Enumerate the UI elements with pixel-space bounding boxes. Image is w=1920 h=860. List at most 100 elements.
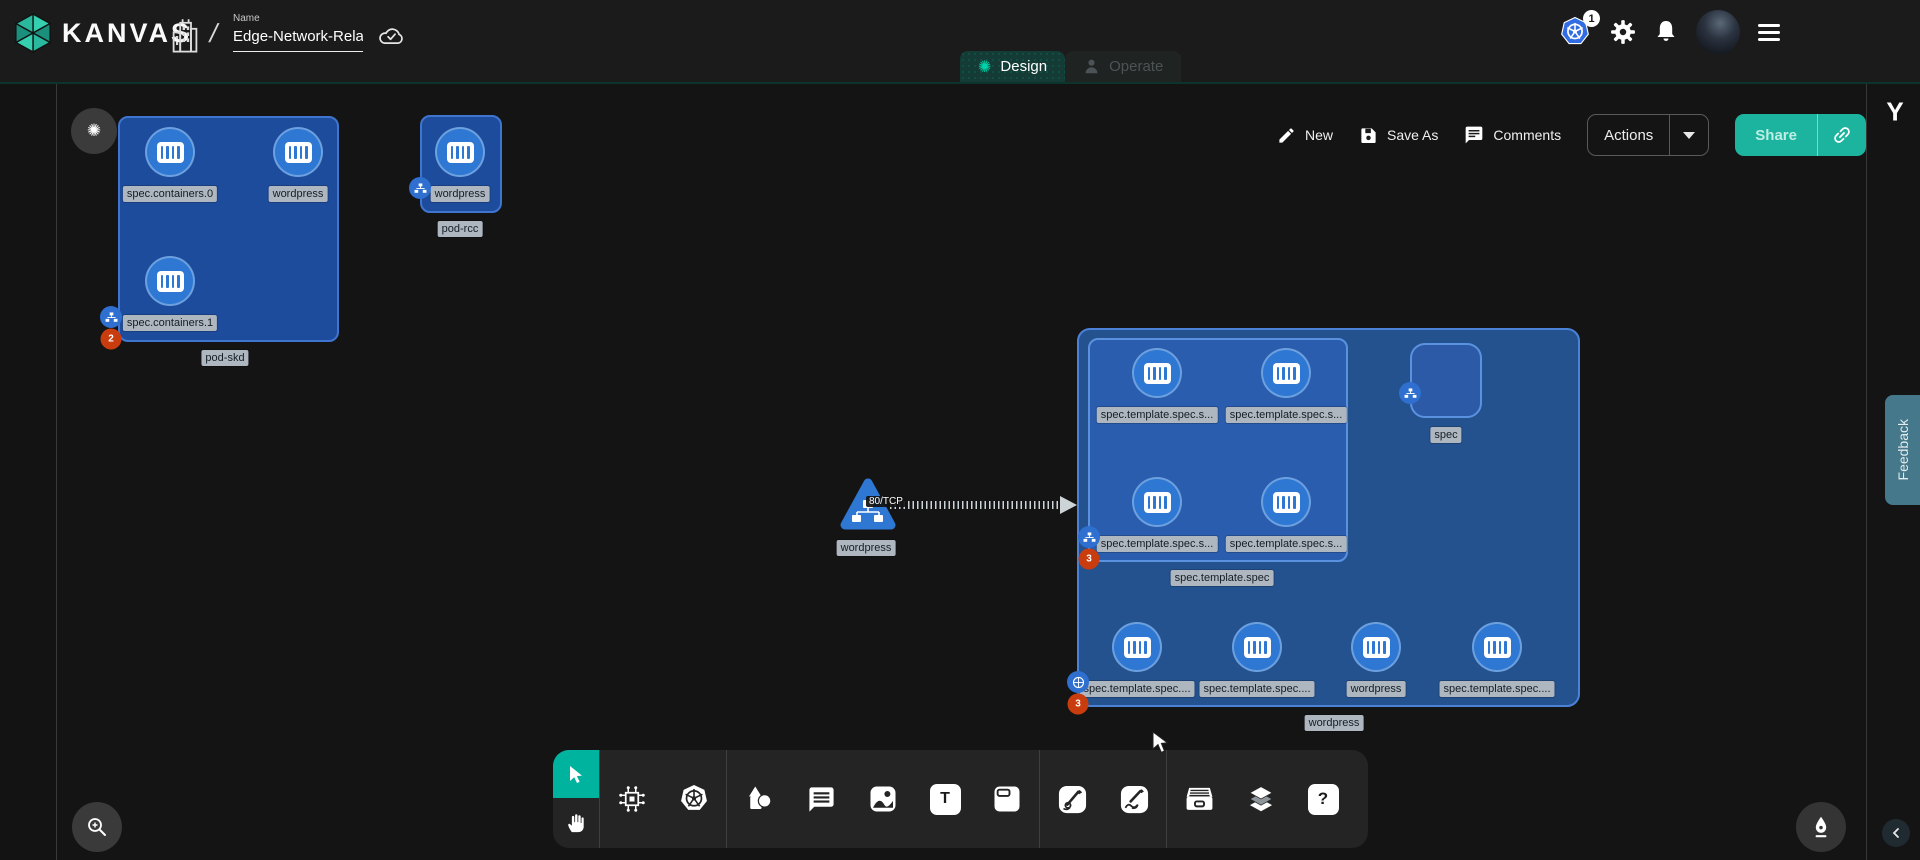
actions-dropdown-toggle[interactable] [1669,115,1708,155]
comments-button[interactable]: Comments [1464,125,1561,145]
container-node[interactable] [1261,477,1311,527]
container-node[interactable] [1132,348,1182,398]
help-tool-button[interactable]: ? [1305,781,1341,817]
tab-design[interactable]: ✺ Design [960,51,1065,82]
hierarchy-icon [1083,532,1096,543]
pencil-icon [1277,126,1296,145]
menu-hamburger-icon[interactable] [1758,24,1780,41]
gear-flower-icon: ✺ [87,121,101,141]
comment-tool-button[interactable] [803,781,839,817]
archive-tool-button[interactable] [1181,781,1217,817]
new-label: New [1305,127,1333,143]
deployment-type-badge[interactable] [1067,671,1089,693]
container-icon [157,271,184,292]
notifications-bell-icon[interactable] [1654,19,1678,45]
container-icon [1273,363,1300,384]
sticky-note-tool-button[interactable] [989,781,1025,817]
group-label: wordpress [1305,715,1364,731]
pan-tool-button[interactable] [553,798,599,848]
new-button[interactable]: New [1277,126,1333,145]
image-tool-button[interactable] [865,781,901,817]
share-button[interactable]: Share [1735,114,1866,156]
config-gear-node[interactable]: ✺ [71,108,117,154]
node-label: spec.template.spec.s... [1097,536,1218,552]
feedback-tab[interactable]: Feedback [1885,395,1920,505]
container-icon [1363,637,1390,658]
pen-nib-icon [1808,814,1834,840]
container-node[interactable] [1232,622,1282,672]
kubernetes-helm-icon [678,783,710,815]
spec-type-badge[interactable] [1399,382,1421,404]
service-node-wordpress[interactable] [840,476,896,539]
save-as-button[interactable]: Save As [1359,126,1438,145]
select-tool-button[interactable] [553,750,599,798]
canvas-toolbar: T [553,750,1368,848]
drawer-icon [1184,784,1215,815]
container-node[interactable] [1261,348,1311,398]
error-count-badge[interactable]: 2 [101,329,122,350]
shapes-tool-button[interactable] [741,781,777,817]
container-icon [1124,637,1151,658]
node-label: wordpress [1347,681,1406,697]
spec-node[interactable] [1410,343,1482,418]
image-icon [868,784,898,814]
save-icon [1359,126,1378,145]
pod-type-badge[interactable] [100,306,122,328]
kubernetes-tool-button[interactable] [676,781,712,817]
container-node[interactable] [435,127,485,177]
container-node[interactable] [1472,622,1522,672]
pen-path-tool-button[interactable] [1054,781,1090,817]
kanvas-logo[interactable]: KANVAS [14,12,192,54]
container-node[interactable] [1351,622,1401,672]
right-dock-divider [1866,84,1867,860]
pod-type-badge[interactable] [1078,526,1100,548]
comment-bubble-icon [807,785,836,814]
sticky-note-icon [992,784,1022,814]
comments-label: Comments [1493,127,1561,143]
feedback-label: Feedback [1895,419,1911,480]
hand-icon [565,812,587,834]
container-node[interactable] [273,127,323,177]
organization-icon[interactable] [170,18,200,54]
actions-button[interactable]: Actions [1587,114,1709,156]
error-count-badge[interactable]: 3 [1079,549,1100,570]
node-label: wordpress [431,186,490,202]
component-tool-button[interactable] [614,781,650,817]
copy-link-button[interactable] [1817,114,1866,156]
left-dock-rail [0,84,57,860]
freehand-draw-tool-button[interactable] [1116,781,1152,817]
zoom-search-button[interactable] [72,802,122,852]
breadcrumb: / [207,18,221,49]
container-node[interactable] [145,256,195,306]
navigator-y-icon[interactable]: Y [1886,97,1903,128]
design-name-label: Name [233,13,363,24]
edge-port-label: 80/TCP [866,496,906,507]
operate-person-icon [1083,58,1100,75]
node-label: wordpress [269,186,328,202]
container-icon [1144,363,1171,384]
error-count-badge[interactable]: 3 [1068,694,1089,715]
node-label: spec [1430,427,1461,443]
node-label: spec.template.spec.... [1080,681,1195,697]
tab-operate[interactable]: Operate [1065,51,1181,82]
layers-icon [1245,783,1277,815]
container-node[interactable] [145,127,195,177]
pod-type-badge[interactable] [409,177,431,199]
settings-gear-icon[interactable] [1610,19,1636,45]
text-tool-button[interactable]: T [927,781,963,817]
kubernetes-context-switcher[interactable]: 1 [1558,16,1592,48]
container-icon [1144,492,1171,513]
container-node[interactable] [1112,622,1162,672]
node-label: spec.template.spec.... [1200,681,1315,697]
layers-tool-button[interactable] [1243,781,1279,817]
hierarchy-icon [1404,388,1417,399]
container-node[interactable] [1132,477,1182,527]
container-icon [1484,637,1511,658]
pen-drop-button[interactable] [1796,802,1846,852]
chevron-down-icon [1683,132,1695,139]
hierarchy-icon [414,183,427,194]
design-name-input[interactable] [233,24,363,52]
user-avatar[interactable] [1696,10,1740,54]
node-label: spec.template.spec.s... [1097,407,1218,423]
collapse-right-dock-button[interactable] [1882,819,1910,847]
